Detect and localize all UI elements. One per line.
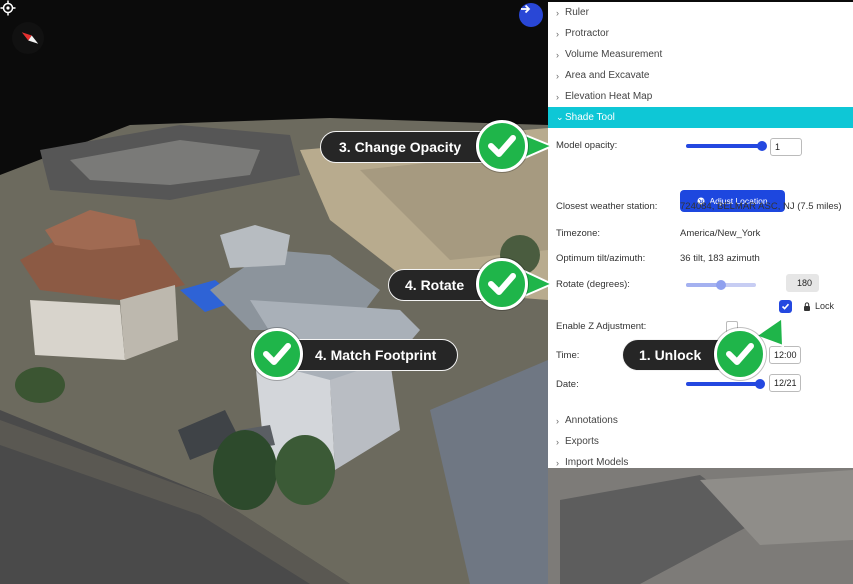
check-icon bbox=[263, 343, 291, 365]
callout-label: 1. Unlock bbox=[639, 347, 702, 363]
checkmark-badge-icon bbox=[714, 328, 766, 380]
callout-label: 4. Match Footprint bbox=[315, 347, 437, 363]
checkmark-badge-icon bbox=[251, 328, 303, 380]
checkmark-badge-icon bbox=[476, 120, 528, 172]
callout-change-opacity: 3. Change Opacity bbox=[320, 131, 500, 163]
check-icon bbox=[488, 135, 516, 157]
callout-label: 3. Change Opacity bbox=[339, 139, 462, 155]
checkmark-badge-icon bbox=[476, 258, 528, 310]
check-icon bbox=[726, 343, 754, 365]
check-icon bbox=[488, 273, 516, 295]
callout-label: 4. Rotate bbox=[405, 277, 465, 293]
